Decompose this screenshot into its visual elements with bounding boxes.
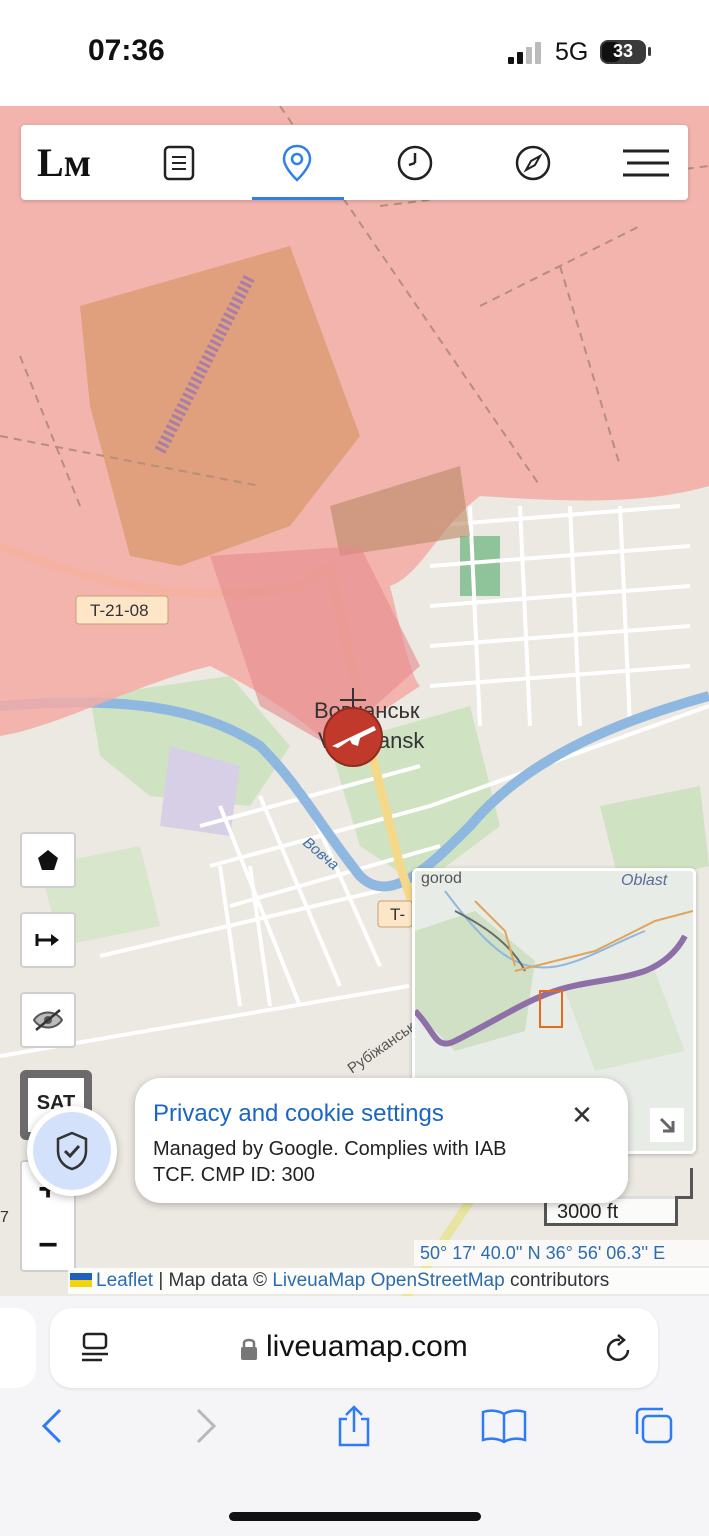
lock-icon: [241, 1338, 257, 1360]
home-indicator: [229, 1512, 481, 1521]
chevron-left-icon: [41, 1408, 62, 1444]
liveuamap-link[interactable]: LiveuaMap: [272, 1270, 365, 1291]
battery-level: 33: [612, 41, 634, 61]
clock-icon[interactable]: [385, 125, 445, 200]
compass-icon[interactable]: [503, 125, 563, 200]
signal-icon: [508, 42, 541, 64]
bookmarks-button[interactable]: [476, 1398, 532, 1454]
arrow-down-right-icon: [659, 1117, 675, 1133]
map-attribution: Leaflet | Map data © LiveuaMap OpenStree…: [68, 1268, 709, 1294]
tabs-icon: [635, 1407, 673, 1444]
status-time: 07:36: [88, 34, 165, 67]
battery-tip: [648, 47, 651, 56]
label-road-t2108: T-21-08: [90, 601, 149, 620]
back-button[interactable]: [24, 1398, 80, 1454]
url-text: liveuamap.com: [266, 1330, 468, 1363]
battery-icon: 33: [600, 40, 646, 64]
shield-check-icon: [56, 1131, 88, 1171]
label-road-t-short: T-: [390, 905, 405, 924]
privacy-body: Managed by Google. Complies with IAB TCF…: [153, 1138, 507, 1186]
ukraine-flag-icon: [70, 1273, 92, 1287]
minimap-label-right: Oblast: [621, 872, 668, 889]
arrow-right-bar-icon: [35, 934, 59, 946]
logo-text: Lм: [37, 140, 91, 185]
tabs-button[interactable]: [626, 1398, 682, 1454]
privacy-close-button[interactable]: ✕: [565, 1098, 599, 1132]
logo[interactable]: Lм: [29, 125, 99, 200]
previous-tab-stub[interactable]: [0, 1308, 36, 1388]
share-button[interactable]: [326, 1398, 382, 1454]
network-type: 5G: [555, 38, 589, 66]
privacy-banner: Privacy and cookie settings Managed by G…: [135, 1078, 628, 1203]
status-bar: 07:36 5G 33: [0, 0, 709, 106]
top-nav: Lм: [21, 125, 688, 200]
address-bar[interactable]: liveuamap.com: [50, 1308, 658, 1388]
book-icon: [481, 1409, 527, 1444]
draw-polygon-button[interactable]: [20, 832, 76, 888]
osm-link[interactable]: OpenStreetMap: [371, 1270, 505, 1291]
chevron-right-icon: [196, 1408, 217, 1444]
hide-layer-button[interactable]: [20, 992, 76, 1048]
zoom-out-button[interactable]: −: [22, 1218, 74, 1272]
leaflet-link[interactable]: Leaflet: [96, 1270, 153, 1291]
list-icon[interactable]: [149, 125, 209, 200]
pin-icon[interactable]: [267, 125, 327, 200]
polygon-icon: [38, 850, 58, 870]
eye-off-icon: [32, 1009, 64, 1031]
privacy-shield-button[interactable]: [27, 1106, 117, 1196]
measure-button[interactable]: [20, 912, 76, 968]
share-icon: [338, 1405, 370, 1447]
forward-button[interactable]: [178, 1398, 234, 1454]
reader-icon: [82, 1332, 108, 1362]
minimap-label-left: gorod: [421, 871, 462, 887]
browser-chrome: liveuamap.com: [0, 1296, 709, 1536]
nav-active-indicator: [252, 197, 344, 200]
privacy-title[interactable]: Privacy and cookie settings: [153, 1100, 444, 1128]
minimap-toggle-button[interactable]: [650, 1108, 684, 1142]
coordinates-readout: 50° 17' 40.0'' N 36° 56' 06.3'' E: [414, 1240, 709, 1266]
attribution-contributors: contributors: [504, 1270, 610, 1291]
label-left-edge: 7: [0, 1209, 9, 1226]
menu-icon[interactable]: [616, 125, 676, 200]
attribution-sep: | Map data ©: [153, 1270, 273, 1291]
reload-icon: [606, 1334, 630, 1362]
